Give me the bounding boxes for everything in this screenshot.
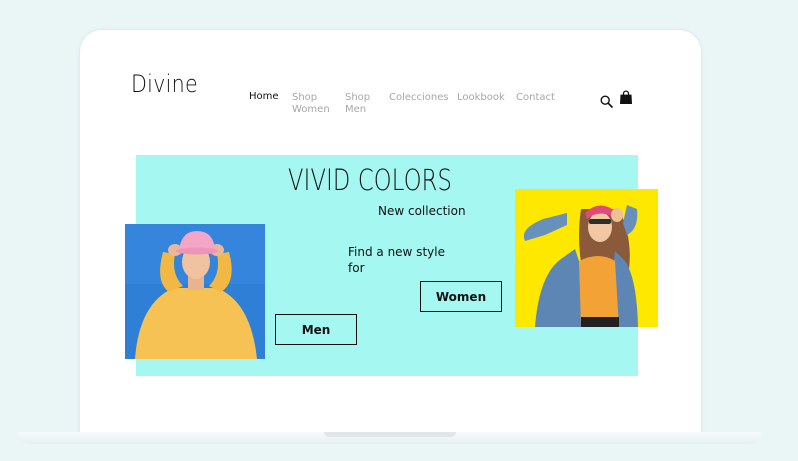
nav-lookbook[interactable]: Lookbook xyxy=(457,92,505,104)
hero-title: VIVID COLORS xyxy=(288,163,453,197)
women-photo xyxy=(515,189,658,327)
nav-shop-women-line1: Shop xyxy=(292,92,318,103)
hero-tagline-line2: for xyxy=(348,261,365,275)
nav-contact[interactable]: Contact xyxy=(516,92,555,104)
men-photo xyxy=(125,224,265,359)
nav-collections[interactable]: Colecciones xyxy=(389,92,449,104)
nav-shop-women[interactable]: Shop Women xyxy=(292,92,330,116)
men-button[interactable]: Men xyxy=(275,314,357,345)
nav-shop-men-line1: Shop xyxy=(345,92,371,103)
nav-shop-men[interactable]: Shop Men xyxy=(345,92,370,116)
nav-shop-men-line2: Men xyxy=(345,104,367,115)
laptop-notch xyxy=(324,432,456,437)
shopping-bag-icon[interactable] xyxy=(619,90,633,109)
search-icon[interactable] xyxy=(600,93,613,112)
site-logo[interactable]: Divine xyxy=(131,70,198,98)
nav-shop-women-line2: Women xyxy=(292,104,330,115)
women-button[interactable]: Women xyxy=(420,281,502,312)
nav-home[interactable]: Home xyxy=(249,91,279,103)
hero-subtitle: New collection xyxy=(378,204,466,218)
hero-tagline-line1: Find a new style xyxy=(348,245,445,259)
